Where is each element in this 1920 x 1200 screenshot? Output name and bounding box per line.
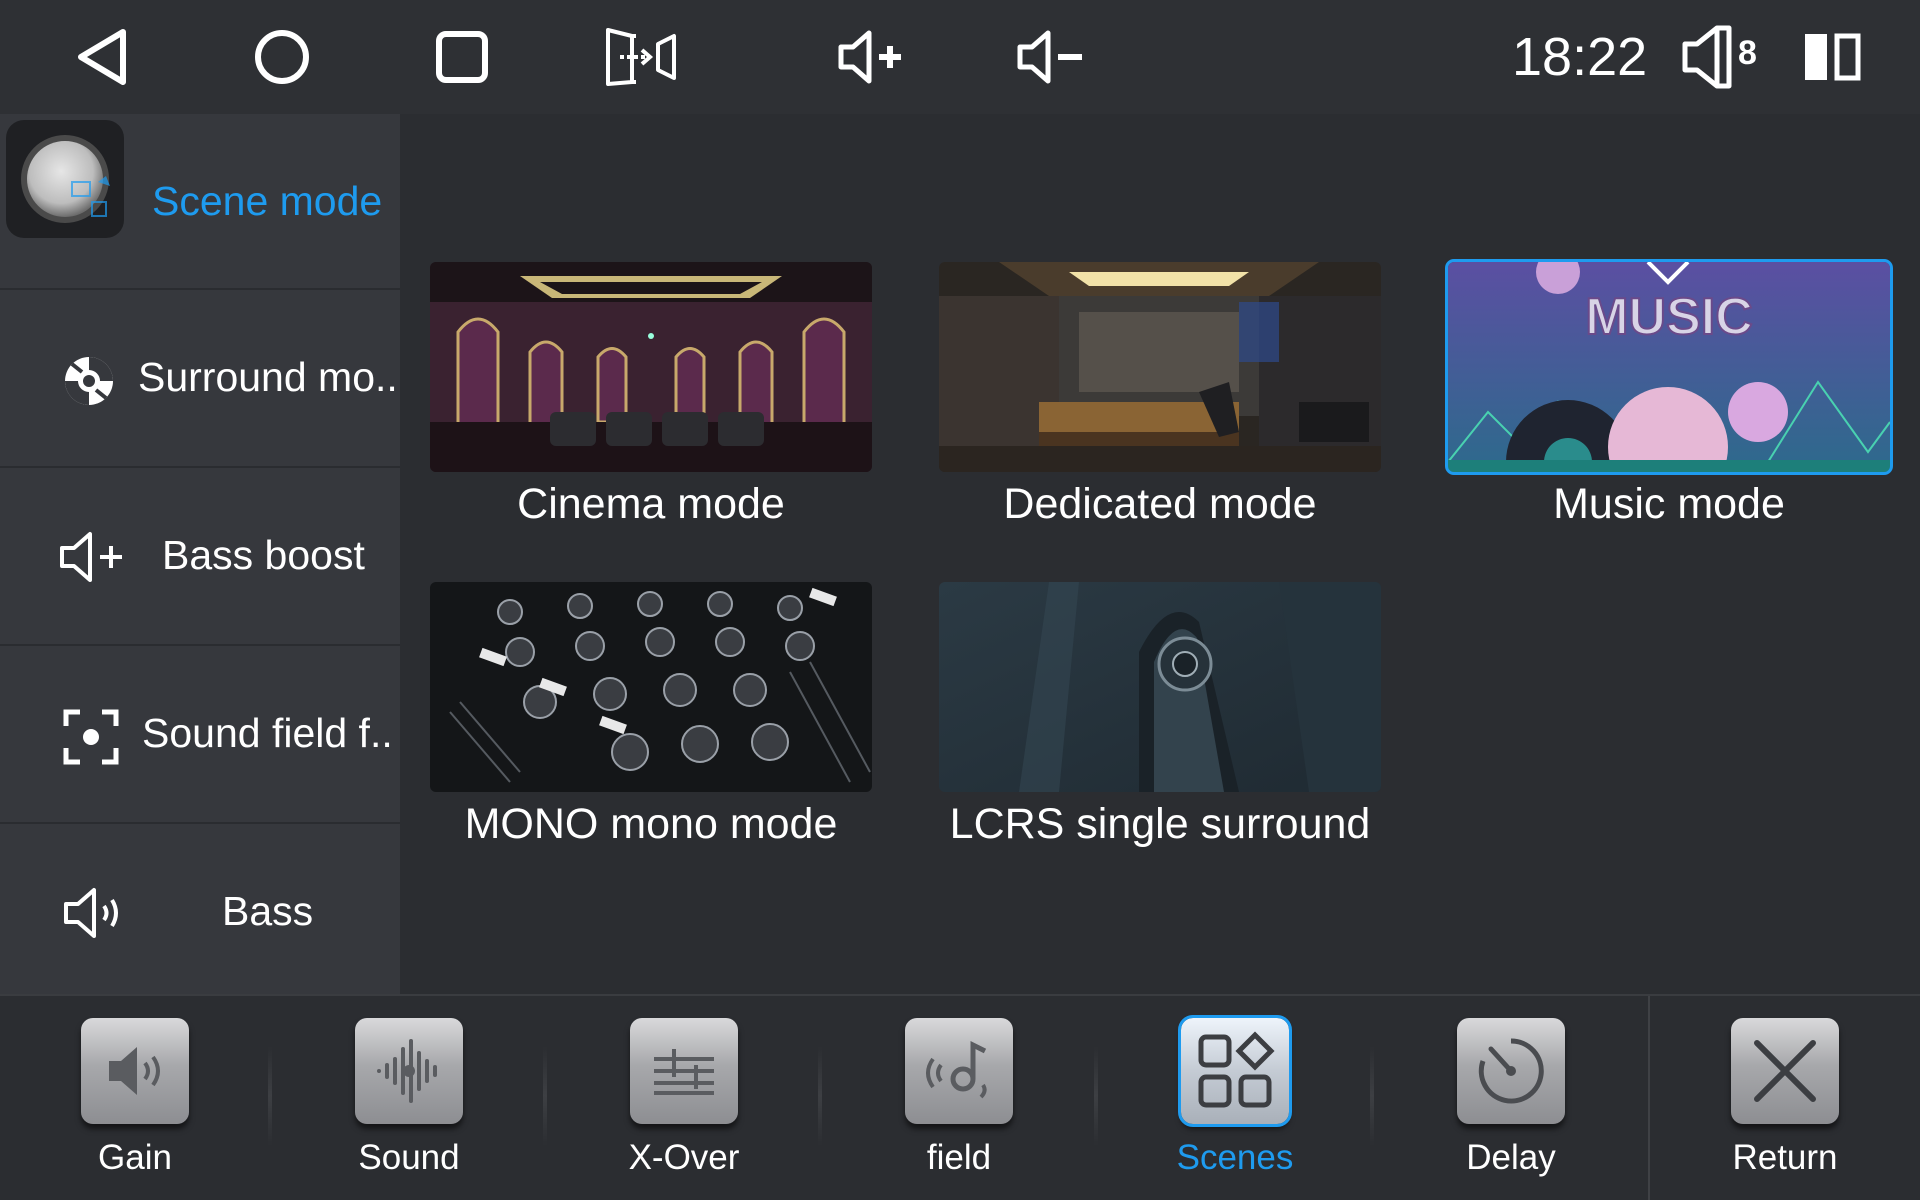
tab-divider [268,1046,272,1146]
scene-label: Dedicated mode [1003,480,1317,528]
sidebar-item-label: Sound field f.. [142,710,393,756]
tab-sound[interactable]: Sound [274,996,544,1200]
focus-target-icon [63,709,119,765]
sound-field-icon [905,1018,1013,1124]
split-screen-icon[interactable] [1800,20,1864,94]
tab-label: Return [1732,1138,1838,1177]
tab-divider [818,1046,822,1146]
speaker-thumbnail [939,582,1381,792]
speaker-icon[interactable] [1678,20,1736,94]
tab-scenes[interactable]: Scenes [1100,996,1370,1200]
music-poster-text: MUSIC [1585,288,1753,346]
tab-x-over[interactable]: X-Over [549,996,819,1200]
bottom-tab-bar: Gain Sound X-Over field Scenes Delay Ret… [0,994,1920,1200]
delay-dial-icon [1457,1018,1565,1124]
tab-divider [543,1046,547,1146]
sidebar-item-bass-boost[interactable]: Bass boost [0,468,400,646]
volume-level: 8 [1738,34,1757,72]
tab-divider [1094,1046,1098,1146]
volume-down-icon[interactable] [1014,20,1086,94]
sidebar-item-label: Bass [222,888,314,934]
sidebar-item-label: Scene mode [152,178,383,224]
exit-app-icon[interactable] [600,20,682,94]
close-x-icon [1731,1018,1839,1124]
tab-label: Scenes [1176,1138,1294,1177]
scene-tile-dedicated[interactable]: Dedicated mode [939,262,1381,529]
tab-return[interactable]: Return [1650,996,1920,1200]
sidebar: Scene mode Surround mo.. Bass boost Soun… [0,114,400,994]
tab-label: Delay [1466,1138,1556,1177]
status-bar: 18:22 8 [0,0,1920,114]
scene-tile-mono[interactable]: MONO mono mode [430,582,872,849]
volume-up-icon[interactable] [834,20,908,94]
speaker-wave-icon [64,888,118,938]
volume-plus-icon [60,532,122,582]
sidebar-item-bass[interactable]: Bass [0,824,400,994]
gain-speaker-icon [81,1018,189,1124]
scene-label: Cinema mode [517,480,785,528]
tab-label: Sound [358,1138,460,1177]
music-thumbnail: MUSIC [1445,259,1893,475]
back-icon[interactable] [72,20,132,94]
tab-gain[interactable]: Gain [0,996,270,1200]
tab-field[interactable]: field [824,996,1094,1200]
scene-label: MONO mono mode [464,800,838,848]
tab-divider [1370,1046,1374,1146]
crossover-icon [630,1018,738,1124]
scene-tile-cinema[interactable]: Cinema mode [430,262,872,529]
tab-label: Gain [98,1138,172,1177]
home-icon[interactable] [250,20,314,94]
surround-icon [65,357,113,405]
sidebar-item-label: Bass boost [162,532,365,578]
scene-knob-icon [6,120,124,238]
mixer-thumbnail [430,582,872,792]
cinema-thumbnail [430,262,872,472]
scene-tile-music[interactable]: MUSIC Music mode [1445,259,1893,529]
sidebar-item-scene-mode[interactable]: Scene mode [0,114,400,290]
sidebar-item-label: Surround mo.. [138,354,398,400]
scene-tile-lcrs[interactable]: LCRS single surround [939,582,1381,849]
scenes-grid: Cinema mode Dedicated mode MUSIC Music m… [400,114,1920,994]
sidebar-item-surround[interactable]: Surround mo.. [0,290,400,468]
scene-label: LCRS single surround [949,800,1371,848]
sidebar-item-sound-field[interactable]: Sound field f.. [0,646,400,824]
sound-wave-icon [355,1018,463,1124]
tab-label: field [926,1138,992,1177]
tab-label: X-Over [628,1138,740,1177]
tab-delay[interactable]: Delay [1376,996,1646,1200]
clock: 18:22 [1512,27,1648,87]
scenes-grid-icon [1178,1015,1292,1127]
recents-icon[interactable] [432,20,492,94]
studio-thumbnail [939,262,1381,472]
scene-label: Music mode [1553,480,1785,528]
